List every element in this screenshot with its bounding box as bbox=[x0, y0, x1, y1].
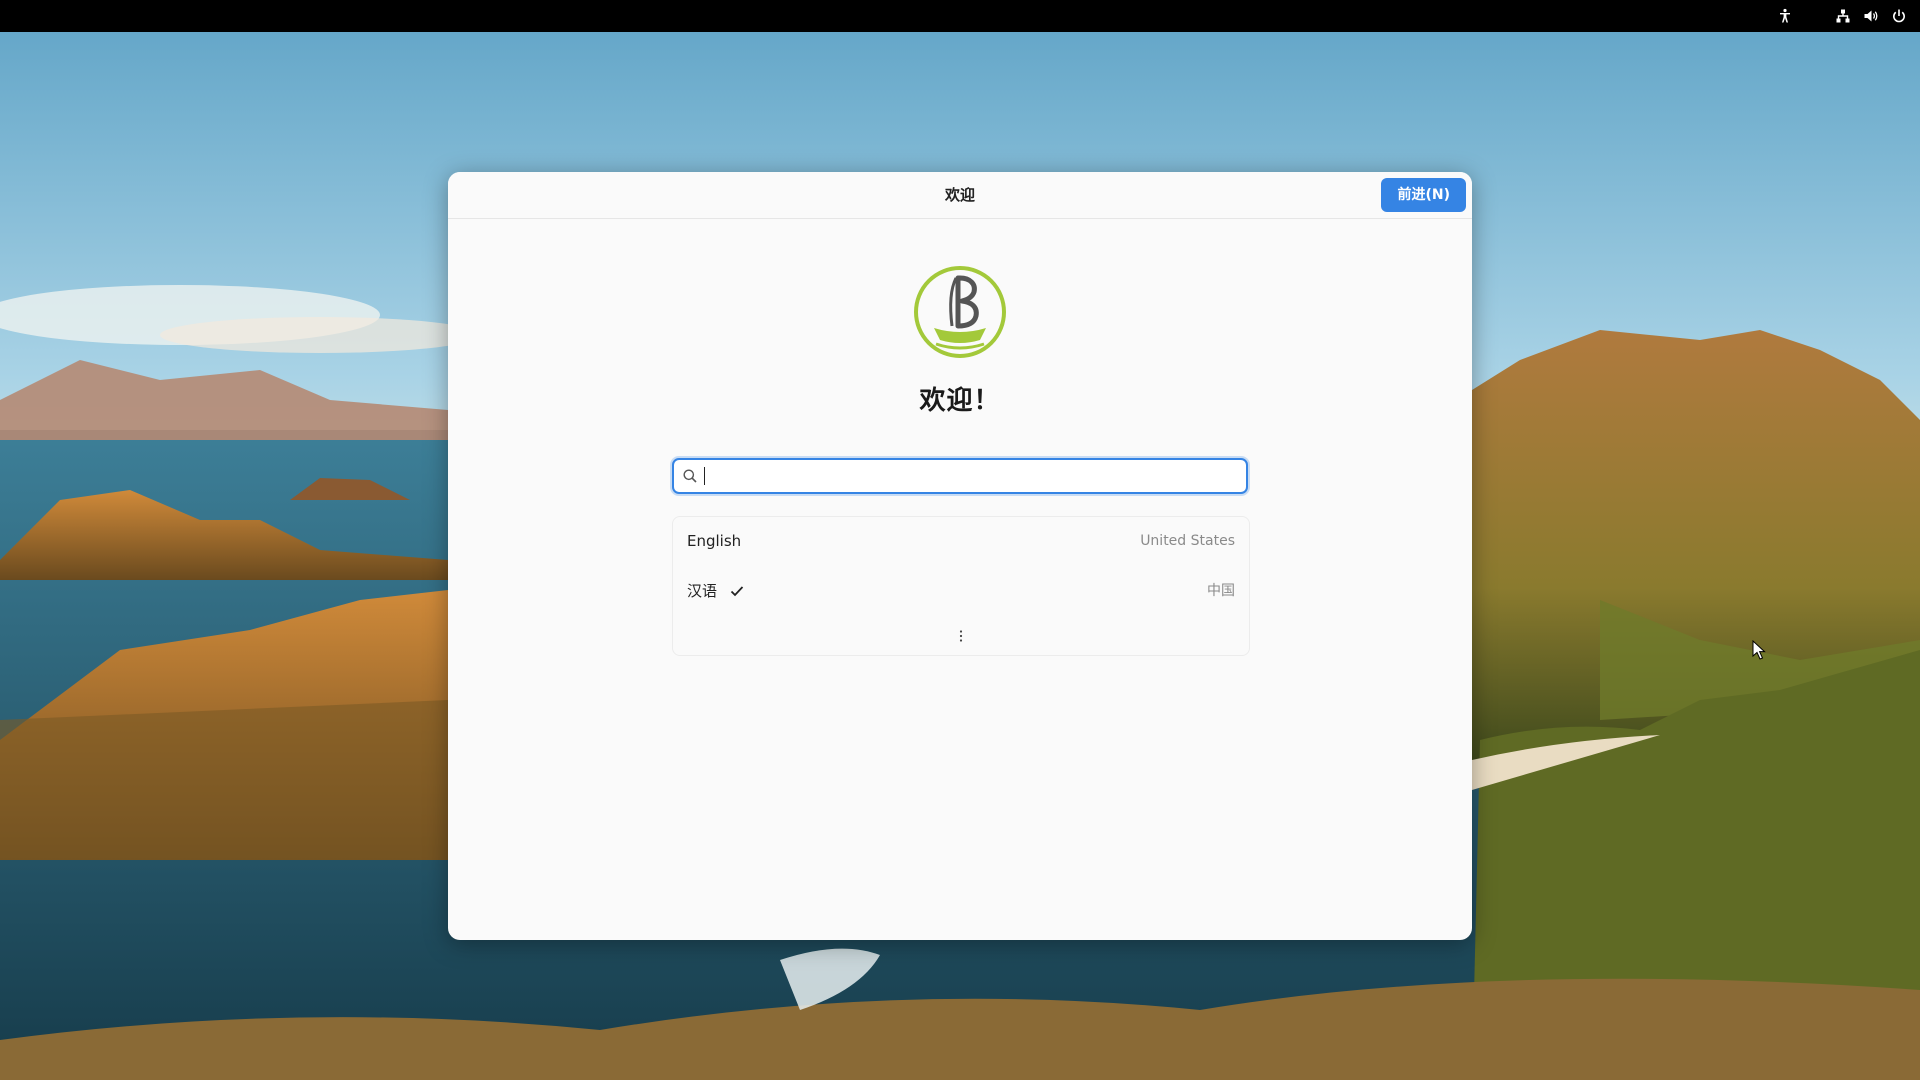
language-region: United States bbox=[1140, 533, 1235, 549]
text-caret bbox=[704, 467, 705, 485]
power-icon[interactable] bbox=[1890, 7, 1908, 25]
header-bar: 欢迎 前进(N) bbox=[448, 172, 1472, 219]
dialog-title: 欢迎 bbox=[944, 186, 975, 204]
language-region: 中国 bbox=[1207, 583, 1235, 599]
network-icon[interactable] bbox=[1834, 7, 1852, 25]
next-button[interactable]: 前进(N) bbox=[1381, 178, 1466, 212]
language-search-box[interactable] bbox=[672, 458, 1248, 494]
top-bar bbox=[0, 0, 1920, 32]
welcome-dialog: 欢迎 前进(N) 欢迎！ English United States 汉语 中国 bbox=[448, 172, 1472, 940]
language-row-english[interactable]: English United States bbox=[673, 517, 1249, 567]
distro-logo bbox=[914, 266, 1006, 358]
more-vertical-icon bbox=[959, 630, 963, 642]
mouse-pointer-icon bbox=[1752, 640, 1766, 660]
welcome-heading: 欢迎！ bbox=[919, 386, 1001, 416]
language-list: English United States 汉语 中国 bbox=[672, 516, 1250, 656]
more-languages-row[interactable] bbox=[673, 617, 1249, 655]
language-name: English bbox=[687, 532, 742, 550]
language-search-input[interactable] bbox=[702, 460, 1236, 494]
volume-icon[interactable] bbox=[1862, 7, 1880, 25]
search-icon bbox=[683, 469, 697, 483]
check-icon bbox=[730, 586, 744, 597]
accessibility-icon[interactable] bbox=[1776, 7, 1794, 25]
system-tray bbox=[1766, 7, 1908, 25]
language-row-chinese[interactable]: 汉语 中国 bbox=[673, 567, 1249, 617]
language-name: 汉语 bbox=[687, 582, 718, 600]
